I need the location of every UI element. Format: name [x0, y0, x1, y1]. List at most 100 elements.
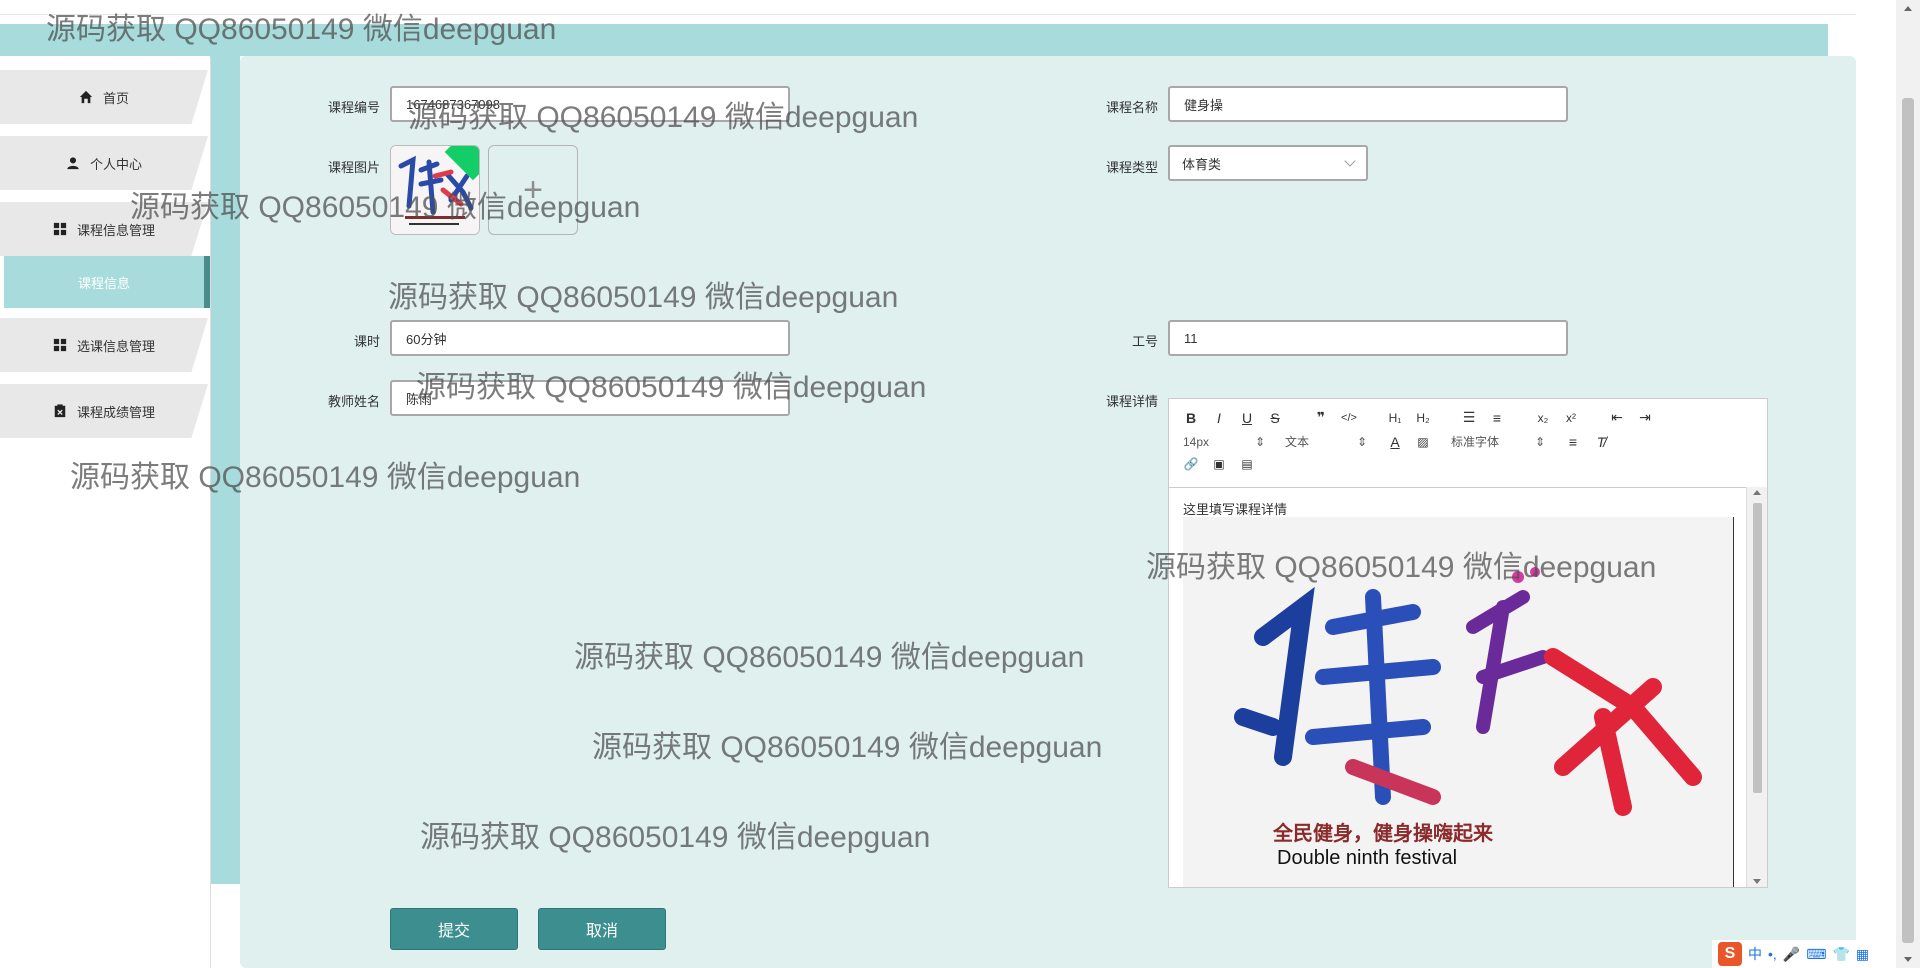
sidebar-item-label: 课程信息 — [77, 275, 130, 291]
teacher-input[interactable] — [404, 389, 776, 407]
detail-label: 课程详情 — [1105, 394, 1158, 409]
header-band — [0, 24, 1828, 56]
accent-strip — [210, 56, 240, 884]
grid-icon — [53, 222, 67, 236]
clipboard-icon — [54, 404, 66, 418]
staff-no-label: 工号 — [1131, 334, 1158, 349]
course-name-input[interactable] — [1182, 95, 1554, 113]
editor-embedded-image[interactable]: 全民健身，健身操嗨起来 Double ninth festival — [1183, 517, 1734, 887]
cancel-button[interactable]: 取消 — [538, 908, 666, 950]
grid-icon — [53, 338, 67, 352]
apps-grid-icon[interactable]: ▦ — [1856, 946, 1869, 963]
teacher-field[interactable] — [390, 380, 790, 416]
image-icon[interactable]: ▣ — [1211, 457, 1227, 471]
page-scrollbar[interactable] — [1896, 0, 1920, 968]
sidebar-item-enrollment-management[interactable]: 选课信息管理 — [0, 318, 208, 372]
course-code-input[interactable] — [404, 95, 776, 113]
align-icon[interactable]: ≡ — [1565, 434, 1581, 450]
sidebar-item-label: 课程成绩管理 — [76, 404, 155, 420]
sidebar-item-label: 课程信息管理 — [76, 222, 155, 238]
subscript-button[interactable]: x₂ — [1535, 411, 1551, 425]
font-family-value: 标准字体 — [1451, 435, 1500, 449]
sidebar-item-label: 选课信息管理 — [76, 338, 155, 354]
strikethrough-button[interactable]: S — [1267, 410, 1283, 426]
ime-punctuation-toggle[interactable]: •, — [1768, 946, 1777, 962]
ime-toolbar[interactable]: S 中 •, 🎤 ⌨ 👕 ▦ — [1712, 940, 1876, 968]
updown-icon: ⇕ — [1534, 434, 1545, 449]
course-type-label: 课程类型 — [1105, 160, 1158, 175]
microphone-icon[interactable]: 🎤 — [1783, 946, 1800, 963]
font-family-select[interactable]: 标准字体 ⇕ — [1451, 433, 1545, 450]
editor-scroll-thumb[interactable] — [1753, 503, 1762, 793]
link-icon[interactable]: 🔗 — [1183, 457, 1199, 471]
staff-no-input[interactable] — [1182, 329, 1554, 347]
updown-icon: ⇕ — [1254, 434, 1265, 449]
poster-caption: Double ninth festival — [1277, 847, 1458, 869]
blockquote-button[interactable]: ❞ — [1313, 409, 1329, 426]
home-icon — [79, 90, 93, 104]
italic-button[interactable]: I — [1211, 410, 1227, 426]
sogou-logo-icon: S — [1718, 942, 1742, 966]
user-icon — [67, 157, 79, 170]
outdent-icon[interactable]: ⇤ — [1609, 409, 1625, 426]
editor-content[interactable]: 这里填写课程详情 全民健身，健身操嗨起来 Double ninth festiv… — [1169, 487, 1747, 887]
poster-slogan: 全民健身，健身操嗨起来 — [1273, 823, 1493, 845]
updown-icon: ⇕ — [1356, 434, 1367, 449]
course-code-label: 课程编号 — [327, 100, 380, 115]
sidebar: 首页 个人中心 课程信息管理 课程信息 选课信息管理 课程成绩管理 — [0, 58, 211, 968]
underline-button[interactable]: U — [1239, 410, 1255, 426]
video-icon[interactable]: ▤ — [1239, 457, 1255, 471]
editor-toolbar: B I U S ❞ </> H₁ H₂ ☰ ≡ x₂ x² ⇤ ⇥ 14px ⇕… — [1169, 399, 1767, 488]
course-detail-editor[interactable]: B I U S ❞ </> H₁ H₂ ☰ ≡ x₂ x² ⇤ ⇥ 14px ⇕… — [1168, 398, 1768, 888]
sidebar-item-home[interactable]: 首页 — [0, 70, 208, 124]
sidebar-item-label: 首页 — [102, 90, 129, 106]
scroll-up-icon[interactable] — [1904, 6, 1912, 11]
indent-icon[interactable]: ⇥ — [1637, 409, 1653, 426]
course-name-label: 课程名称 — [1105, 100, 1158, 115]
font-size-value: 14px — [1183, 434, 1210, 449]
block-type-select[interactable]: 文本 ⇕ — [1285, 433, 1367, 450]
font-color-icon[interactable]: A — [1387, 434, 1403, 450]
course-image-label: 课程图片 — [327, 160, 380, 175]
scroll-up-icon[interactable] — [1753, 490, 1761, 495]
course-image-thumbnail[interactable] — [390, 145, 480, 235]
scroll-down-icon[interactable] — [1904, 957, 1912, 962]
sidebar-item-course-info[interactable]: 课程信息 — [4, 256, 210, 308]
clear-format-icon[interactable]: T̸ — [1593, 434, 1609, 450]
heading1-button[interactable]: H₁ — [1387, 411, 1403, 425]
scroll-down-icon[interactable] — [1753, 879, 1761, 884]
image-upload-button[interactable]: + — [488, 145, 578, 235]
plus-icon: + — [523, 170, 543, 209]
sidebar-item-label: 个人中心 — [89, 156, 142, 172]
staff-no-field[interactable] — [1168, 320, 1568, 356]
shirt-icon[interactable]: 👕 — [1832, 946, 1849, 963]
ordered-list-icon[interactable]: ☰ — [1461, 409, 1477, 426]
hours-input[interactable] — [404, 329, 776, 347]
editor-scrollbar[interactable] — [1746, 487, 1767, 887]
course-name-field[interactable] — [1168, 86, 1568, 122]
submit-button[interactable]: 提交 — [390, 908, 518, 950]
block-type-value: 文本 — [1285, 435, 1310, 449]
teacher-label: 教师姓名 — [327, 394, 380, 409]
keyboard-icon[interactable]: ⌨ — [1806, 946, 1826, 963]
course-type-select[interactable]: 体育类 — [1168, 145, 1368, 181]
heading2-button[interactable]: H₂ — [1415, 411, 1431, 425]
chevron-down-icon — [1344, 155, 1356, 167]
course-type-value: 体育类 — [1182, 156, 1222, 172]
course-code-field[interactable] — [390, 86, 790, 122]
sidebar-item-course-management[interactable]: 课程信息管理 — [0, 202, 208, 256]
font-size-select[interactable]: 14px ⇕ — [1183, 435, 1265, 449]
superscript-button[interactable]: x² — [1563, 411, 1579, 425]
editor-placeholder: 这里填写课程详情 — [1183, 502, 1288, 517]
page-scroll-thumb[interactable] — [1902, 98, 1914, 943]
bold-button[interactable]: B — [1183, 410, 1199, 426]
sidebar-item-profile[interactable]: 个人中心 — [0, 136, 208, 190]
ime-language-toggle[interactable]: 中 — [1748, 944, 1762, 964]
code-block-button[interactable]: </> — [1341, 412, 1357, 424]
hours-label: 课时 — [353, 334, 380, 349]
bullet-list-icon[interactable]: ≡ — [1489, 410, 1505, 426]
sidebar-item-grade-management[interactable]: 课程成绩管理 — [0, 384, 208, 438]
background-color-icon[interactable]: ▨ — [1415, 435, 1431, 449]
top-bar — [0, 0, 1856, 15]
hours-field[interactable] — [390, 320, 790, 356]
